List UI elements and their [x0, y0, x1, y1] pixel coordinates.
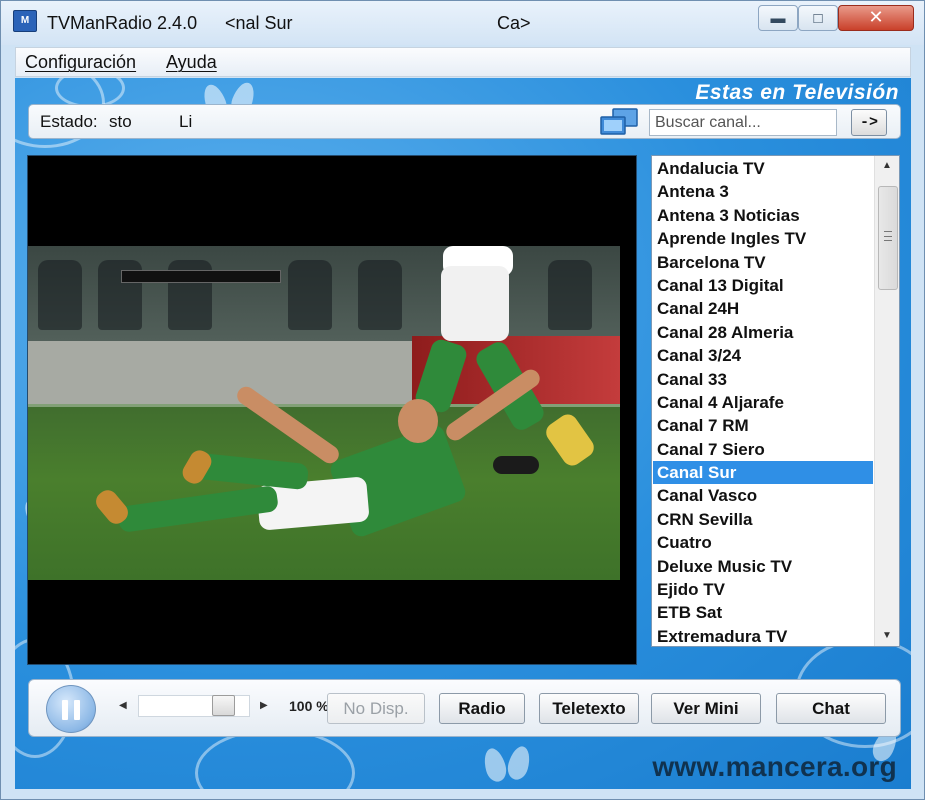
channel-item[interactable]: Canal 7 Siero [653, 438, 873, 461]
website-url: www.mancera.org [652, 751, 897, 782]
status-bar: Estado: sto Li -> [28, 104, 901, 139]
stadium-stands [28, 246, 620, 341]
menu-bar: Configuración Ayuda [15, 47, 911, 77]
channel-item[interactable]: ETB Sat [653, 601, 873, 624]
decorative-leaf [504, 743, 534, 783]
channel-item[interactable]: Canal Vasco [653, 484, 873, 507]
window-title-extra: Ca> [497, 13, 531, 33]
teletexto-button[interactable]: Teletexto [539, 693, 639, 724]
channel-item[interactable]: Canal 28 Almeria [653, 321, 873, 344]
score-overlay [121, 270, 281, 283]
channel-item[interactable]: Antena 3 [653, 180, 873, 203]
tvmanradio-app-icon[interactable]: M [13, 10, 37, 32]
status-value: sto [109, 112, 132, 131]
channel-item[interactable]: Canal 4 Aljarafe [653, 391, 873, 414]
grip-icon [884, 231, 892, 241]
status-extra: Li [179, 112, 193, 131]
menu-configuracion[interactable]: Configuración [25, 52, 136, 73]
channel-item[interactable]: Canal 24H [653, 297, 873, 320]
channel-item[interactable]: Extremadura TV [653, 625, 873, 646]
volume-down-arrow-icon[interactable]: ◀ [119, 700, 127, 711]
channel-item[interactable]: Ejido TV [653, 578, 873, 601]
scroll-up-icon[interactable]: ▲ [882, 160, 892, 171]
window-title-channel: <nal Sur [225, 13, 293, 33]
window-title: TVManRadio 2.4.0 [47, 13, 198, 33]
channel-item[interactable]: Aprende Ingles TV [653, 227, 873, 250]
minimize-button[interactable]: ▬ [758, 5, 798, 31]
channel-item[interactable]: Canal 7 RM [653, 414, 873, 437]
ver-mini-button[interactable]: Ver Mini [651, 693, 761, 724]
channel-item[interactable]: Andalucia TV [653, 157, 873, 180]
main-panel: Estas en Televisión Estado: sto Li -> [15, 78, 911, 789]
control-bar: ◀ ▶ 100 % No Disp. Radio Teletexto Ver M… [28, 679, 901, 737]
channel-item[interactable]: Barcelona TV [653, 251, 873, 274]
title-bar[interactable]: M TVManRadio 2.4.0 <nal Sur Ca> ▬ □ ✕ [1, 1, 924, 45]
pause-icon [62, 700, 68, 720]
status-label: Estado: [40, 112, 98, 131]
menu-ayuda[interactable]: Ayuda [166, 52, 217, 73]
chat-button[interactable]: Chat [776, 693, 886, 724]
volume-up-arrow-icon[interactable]: ▶ [260, 700, 268, 711]
close-button[interactable]: ✕ [838, 5, 914, 31]
video-player[interactable] [27, 155, 637, 665]
no-disp-button[interactable]: No Disp. [327, 693, 425, 724]
volume-slider-thumb[interactable] [212, 695, 235, 716]
channel-item-selected[interactable]: Canal Sur [653, 461, 873, 485]
channel-item[interactable]: Deluxe Music TV [653, 555, 873, 578]
dual-screen-icon[interactable] [599, 107, 639, 137]
tv-mode-banner: Estas en Televisión [695, 81, 899, 104]
decorative-swirl [195, 728, 355, 789]
decorative-leaf [480, 745, 510, 785]
channel-item[interactable]: Canal 33 [653, 368, 873, 391]
channel-item[interactable]: Canal 3/24 [653, 344, 873, 367]
app-window: M TVManRadio 2.4.0 <nal Sur Ca> ▬ □ ✕ Co… [0, 0, 925, 800]
maximize-icon: □ [813, 10, 823, 27]
scroll-down-icon[interactable]: ▼ [882, 630, 892, 641]
maximize-button[interactable]: □ [798, 5, 838, 31]
channel-list[interactable]: Andalucia TV Antena 3 Antena 3 Noticias … [651, 155, 900, 647]
channel-item[interactable]: Antena 3 Noticias [653, 204, 873, 227]
scroll-thumb[interactable] [878, 186, 898, 290]
radio-button[interactable]: Radio [439, 693, 525, 724]
channel-search-input[interactable] [649, 109, 837, 136]
volume-percent: 100 % [289, 698, 329, 714]
search-go-button[interactable]: -> [851, 109, 887, 136]
channel-items: Andalucia TV Antena 3 Antena 3 Noticias … [653, 157, 873, 646]
channel-item[interactable]: CRN Sevilla [653, 508, 873, 531]
video-frame [28, 246, 620, 580]
channel-item[interactable]: Cuatro [653, 531, 873, 554]
close-icon: ✕ [868, 7, 884, 27]
stadium-wall [28, 341, 412, 404]
pause-button[interactable] [46, 685, 96, 733]
channel-item[interactable]: Canal 13 Digital [653, 274, 873, 297]
minimize-icon: ▬ [770, 10, 786, 27]
channel-list-scrollbar[interactable]: ▲ ▼ [874, 156, 899, 646]
